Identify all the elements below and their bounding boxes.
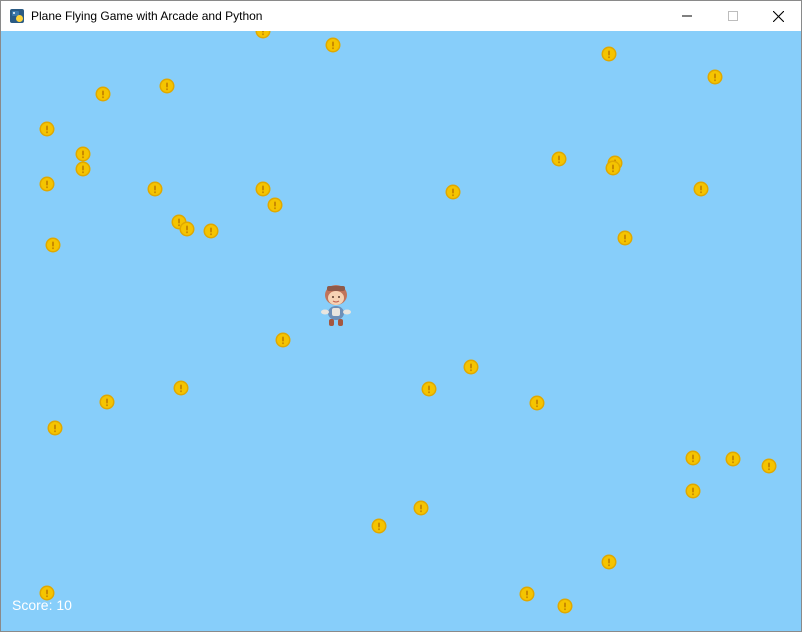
coin-icon — [95, 86, 111, 102]
coin-icon — [551, 151, 567, 167]
coin-icon — [413, 500, 429, 516]
coin-icon — [421, 381, 437, 397]
coin-icon — [75, 146, 91, 162]
coin-icon — [39, 585, 55, 601]
title-bar[interactable]: Plane Flying Game with Arcade and Python — [1, 1, 801, 31]
coin-icon — [267, 197, 283, 213]
coin-icon — [325, 37, 341, 53]
coin-icon — [147, 181, 163, 197]
player-character-icon — [321, 285, 351, 326]
coin-icon — [707, 69, 723, 85]
coin-icon — [47, 420, 63, 436]
close-icon — [772, 10, 784, 22]
coin-icon — [203, 223, 219, 239]
coin-icon — [179, 221, 195, 237]
maximize-button[interactable] — [710, 1, 756, 31]
coin-icon — [685, 483, 701, 499]
coin-icon — [529, 395, 545, 411]
coin-icon — [173, 380, 189, 396]
coin-icon — [693, 181, 709, 197]
coin-icon — [445, 184, 461, 200]
window-title: Plane Flying Game with Arcade and Python — [31, 9, 263, 23]
coin-icon — [463, 359, 479, 375]
maximize-icon — [728, 11, 738, 21]
coin-icon — [45, 237, 61, 253]
game-window: Plane Flying Game with Arcade and Python — [0, 0, 802, 632]
coin-icon — [519, 586, 535, 602]
minimize-button[interactable] — [664, 1, 710, 31]
coin-icon — [761, 458, 777, 474]
coin-icon — [601, 554, 617, 570]
minimize-icon — [682, 15, 692, 17]
coin-icon — [99, 394, 115, 410]
python-icon — [10, 9, 24, 23]
coin-icon — [601, 46, 617, 62]
close-button[interactable] — [755, 1, 801, 31]
coin-icon — [685, 450, 701, 466]
coin-icon — [617, 230, 633, 246]
coin-icon — [725, 451, 741, 467]
coin-icon — [75, 161, 91, 177]
coin-icon — [255, 31, 271, 39]
coin-icon — [605, 160, 621, 176]
coin-icon — [557, 598, 573, 614]
coin-icon — [159, 78, 175, 94]
coin-icon — [371, 518, 387, 534]
coin-icon — [39, 121, 55, 137]
coin-icon — [275, 332, 291, 348]
coin-icon — [255, 181, 271, 197]
coin-icon — [39, 176, 55, 192]
game-canvas[interactable]: Score: 10 — [1, 31, 801, 631]
